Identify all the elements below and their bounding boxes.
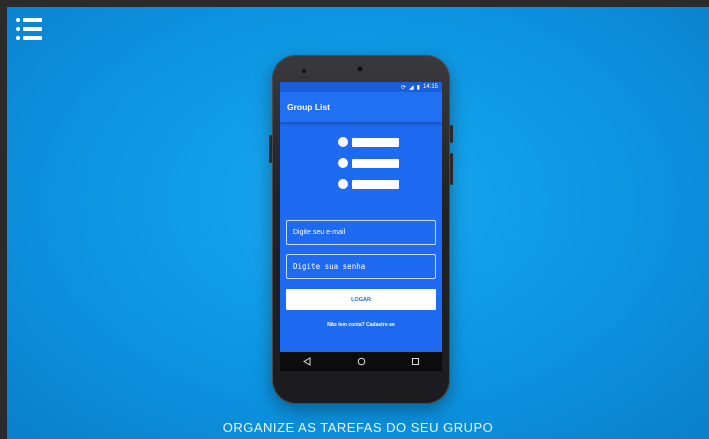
phone-mockup: ⟳ ◢ ▮ 14:15 Group List Digite seu e-mail… [269, 55, 453, 404]
rotate-icon: ⟳ [401, 84, 407, 91]
email-placeholder: Digite seu e-mail [293, 229, 346, 236]
email-field[interactable]: Digite seu e-mail [286, 220, 436, 245]
back-triangle-icon[interactable] [302, 353, 312, 371]
phone-camera [356, 65, 364, 73]
phone-sensor [302, 69, 306, 73]
phone-side-button [269, 135, 272, 163]
recent-square-icon[interactable] [411, 353, 420, 371]
android-nav-bar [280, 352, 442, 371]
list-menu-icon[interactable] [16, 18, 42, 40]
home-circle-icon[interactable] [357, 353, 366, 371]
status-time: 14:15 [422, 84, 438, 90]
battery-icon: ▮ [416, 84, 420, 91]
landing-page: ⟳ ◢ ▮ 14:15 Group List Digite seu e-mail… [7, 7, 709, 439]
phone-screen: ⟳ ◢ ▮ 14:15 Group List Digite seu e-mail… [280, 82, 442, 371]
signal-icon: ◢ [409, 84, 414, 91]
phone-power-button [450, 153, 453, 185]
app-bar: Group List [280, 92, 442, 122]
list-icon [338, 137, 400, 191]
phone-volume-button [450, 125, 453, 143]
login-button[interactable]: LOGAR [286, 289, 436, 310]
app-title: Group List [287, 102, 330, 112]
status-bar: ⟳ ◢ ▮ 14:15 [280, 82, 442, 92]
password-field[interactable]: Digite sua senha [286, 254, 436, 279]
signup-link[interactable]: Não tem conta? Cadastre-se [280, 322, 442, 328]
password-placeholder: Digite sua senha [293, 262, 366, 271]
page-tagline: ORGANIZE AS TAREFAS DO SEU GRUPO [222, 420, 494, 435]
